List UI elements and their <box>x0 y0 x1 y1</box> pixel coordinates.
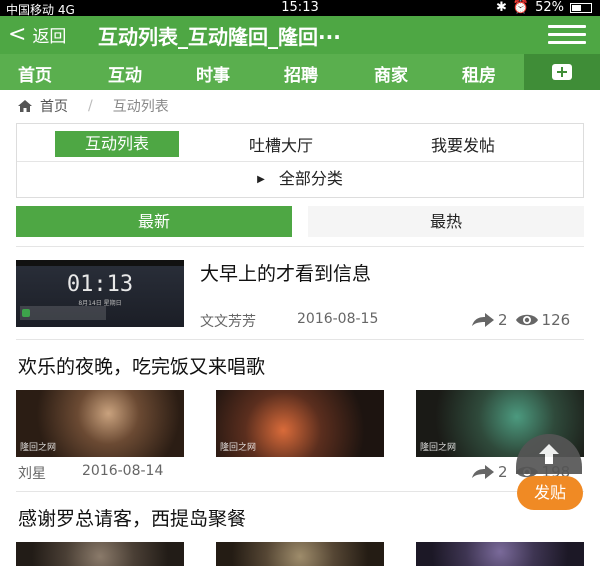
nav-item-home[interactable]: 首页 <box>18 61 52 86</box>
divider <box>16 491 584 492</box>
eye-icon <box>515 314 538 326</box>
post-thumbnail[interactable]: 01:13 8月14日 星期日 <box>16 260 184 327</box>
arrow-up-icon <box>539 444 559 464</box>
tab-interact-list[interactable]: 互动列表 <box>55 131 179 157</box>
category-label: 全部分类 <box>278 169 343 188</box>
battery-icon <box>570 2 592 13</box>
sort-newest-button[interactable]: 最新 <box>16 206 292 237</box>
photo-watermark: 隆回之网 <box>420 443 457 453</box>
breadcrumb: 首页 / 互动列表 <box>18 96 169 116</box>
post-title[interactable]: 感谢罗总请客，西提岛聚餐 <box>18 504 246 531</box>
bluetooth-icon: ✱ <box>496 0 507 15</box>
alarm-icon: ⏰ <box>512 0 530 15</box>
chevron-left-icon: < <box>8 21 27 47</box>
share-icon <box>472 313 494 327</box>
breadcrumb-current: 互动列表 <box>112 99 169 115</box>
tab-row: 互动列表 吐槽大厅 我要发帖 <box>17 124 583 162</box>
nav-item-jobs[interactable]: 招聘 <box>284 61 318 86</box>
tab-complaint-hall[interactable]: 吐槽大厅 <box>249 132 313 156</box>
breadcrumb-separator: / <box>88 98 93 114</box>
divider <box>16 246 584 247</box>
thumb-time: 01:13 <box>66 272 134 297</box>
nav-item-rentals[interactable]: 租房 <box>462 61 496 86</box>
breadcrumb-home[interactable]: 首页 <box>40 96 68 116</box>
post-stats: 2 126 <box>472 311 570 329</box>
tab-panel: 互动列表 吐槽大厅 我要发帖 ▶ 全部分类 <box>16 123 584 198</box>
app-header: < 返回 互动列表_互动隆回_隆回··· <box>0 16 600 54</box>
nav-item-news[interactable]: 时事 <box>196 61 230 86</box>
post-author: 文文芳芳 <box>200 314 256 330</box>
post-photo[interactable] <box>416 542 584 566</box>
nav-item-merchants[interactable]: 商家 <box>374 61 408 86</box>
view-count: 126 <box>541 311 571 329</box>
nav-add-button[interactable] <box>524 54 600 90</box>
post-date: 2016-08-14 <box>82 463 164 479</box>
photo-watermark: 隆回之网 <box>20 443 57 453</box>
tab-new-post[interactable]: 我要发帖 <box>431 132 495 156</box>
share-icon <box>472 465 494 479</box>
plus-box-icon <box>552 64 572 80</box>
battery-percent: 52% <box>535 0 564 15</box>
status-icons: ✱ ⏰ 52% <box>496 0 592 15</box>
nav-item-interact[interactable]: 互动 <box>108 61 142 86</box>
hamburger-menu-icon[interactable] <box>548 25 586 45</box>
triangle-right-icon: ▶ <box>257 174 265 185</box>
post-button[interactable]: 发贴 <box>517 476 583 510</box>
main-nav: 首页 互动 时事 招聘 商家 租房 <box>0 54 600 90</box>
page-title: 互动列表_互动隆回_隆回··· <box>98 25 341 49</box>
back-label: 返回 <box>32 27 67 47</box>
post-photo[interactable]: 隆回之网 <box>216 390 384 457</box>
divider <box>16 339 584 340</box>
post-date: 2016-08-15 <box>297 311 379 327</box>
status-bar: 中国移动 4G 15:13 ✱ ⏰ 52% <box>0 0 600 17</box>
post-photo[interactable]: 隆回之网 <box>16 390 184 457</box>
post-author: 刘星 <box>18 466 46 482</box>
photo-watermark: 隆回之网 <box>220 443 257 453</box>
sort-hottest-button[interactable]: 最热 <box>308 206 584 237</box>
share-count: 2 <box>498 463 508 481</box>
post-title[interactable]: 欢乐的夜晚，吃完饭又来唱歌 <box>18 352 265 379</box>
post-title[interactable]: 大早上的才看到信息 <box>200 259 371 286</box>
category-selector[interactable]: ▶ 全部分类 <box>17 164 583 198</box>
home-icon <box>18 100 32 112</box>
share-count: 2 <box>498 311 508 329</box>
thumb-notification <box>20 306 106 320</box>
back-button[interactable]: < 返回 <box>8 22 66 47</box>
post-photo[interactable] <box>16 542 184 566</box>
post-photo[interactable] <box>216 542 384 566</box>
